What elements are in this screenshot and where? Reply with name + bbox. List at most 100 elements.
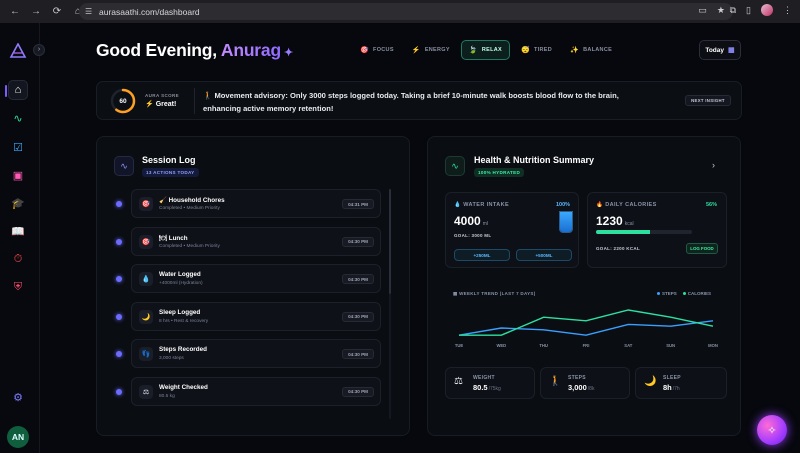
next-insight-button[interactable]: NEXT INSIGHT — [685, 95, 731, 106]
calories-label-text: DAILY CALORIES — [605, 202, 657, 208]
mode-label: FOCUS — [373, 47, 394, 53]
list-item[interactable]: ⚖ Weight Checked 80.5 kg 04:30 PM — [131, 376, 381, 406]
list-item[interactable]: 🎯 🧹 Household Chores Completed • Medium Pr… — [131, 189, 381, 218]
stat-label: STEPS — [568, 375, 586, 381]
address-bar[interactable]: ☰ aurasaathi.com/dashboard ▭ ★ — [79, 3, 733, 20]
aura-score-card: 60 AURA SCORE ⚡ Great! 🚶 Movement advisory… — [96, 81, 742, 120]
stat-target: /8k — [587, 386, 595, 392]
timeline-dot — [116, 276, 122, 282]
focus-icon: 🎯 — [360, 47, 370, 54]
aura-score-ring: 60 — [110, 88, 136, 114]
activity-pulse-icon: ∿ — [114, 156, 134, 176]
profile-avatar[interactable] — [761, 4, 773, 16]
date-filter-button[interactable]: Today ▦ — [699, 40, 741, 60]
nav-security-icon[interactable]: ⛨ — [8, 277, 28, 297]
mode-relax[interactable]: 🍃 RELAX — [460, 40, 511, 60]
nav-tasks-icon[interactable]: ☑ — [8, 137, 28, 157]
chevron-right-icon[interactable]: › — [712, 160, 715, 170]
add-250ml-button[interactable]: +250ML — [454, 249, 510, 261]
water-value: 4000 ml — [454, 214, 488, 228]
nav-activity-icon[interactable]: ∿ — [8, 108, 28, 128]
water-intake-card: 💧 WATER INTAKE 100% 4000 ml GOAL: 3000 ML … — [445, 192, 579, 268]
mode-label: ENERGY — [424, 47, 450, 53]
calories-label: 🔥 DAILY CALORIES — [596, 202, 657, 208]
app-logo[interactable] — [9, 43, 27, 59]
back-icon[interactable]: ← — [9, 6, 21, 18]
settings-gear-icon[interactable]: ⚙ — [8, 387, 28, 407]
log-food-button[interactable]: LOG FOOD — [686, 243, 718, 254]
nav-dashboard-icon[interactable]: ⌂ — [5, 80, 28, 100]
greeting-text: Good Evening, — [96, 40, 221, 60]
stat-value-row: 8h/7h — [663, 383, 680, 392]
timeline-dot — [116, 201, 122, 207]
date-filter-label: Today — [705, 46, 725, 54]
ai-assistant-button[interactable]: ✧ — [757, 415, 787, 445]
list-item[interactable]: 👣 Steps Recorded 3,000 steps 04:30 PM — [131, 339, 381, 368]
advisory-text: Movement advisory: Only 3000 steps logge… — [203, 91, 619, 113]
activity-icon: ⚖ — [139, 384, 153, 399]
mode-balance[interactable]: ✨ BALANCE — [563, 40, 619, 60]
extensions-icon[interactable]: ⧉ — [730, 5, 736, 16]
stat-value-row: 80.5/75kg — [473, 383, 501, 392]
stat-value: 8h — [663, 383, 672, 392]
relax-icon: 🍃 — [468, 47, 478, 54]
activity-title: 🍽 Lunch — [159, 234, 188, 242]
stat-value: 80.5 — [473, 383, 488, 392]
activity-icon: 🎯 — [139, 234, 153, 249]
stat-card-weight: ⚖ WEIGHT 80.5/75kg — [445, 367, 535, 399]
calories-goal: GOAL: 2200 KCAL — [596, 246, 641, 251]
x-tick-label: WED — [496, 343, 507, 348]
x-tick-label: SAT — [624, 343, 633, 348]
activity-subtitle: 3,000 steps — [159, 356, 184, 361]
activity-title: Steps Recorded — [159, 346, 207, 353]
side-panel-icon[interactable]: ▯ — [746, 5, 751, 16]
calories-progress-bar — [596, 230, 692, 234]
url-text: aurasaathi.com/dashboard — [99, 6, 200, 17]
insight-text: 🚶 Movement advisory: Only 3000 steps logg… — [203, 90, 653, 115]
daily-calories-card: 🔥 DAILY CALORIES 56% 1230 kcal GOAL: 2200 … — [587, 192, 727, 268]
session-log-scrollbar[interactable] — [389, 189, 391, 419]
mode-tired[interactable]: 😴 TIRED — [514, 40, 559, 60]
nav-timer-icon[interactable]: ⏱ — [8, 249, 28, 269]
forward-icon[interactable]: → — [30, 6, 42, 18]
walking-icon: 🚶 — [203, 91, 213, 100]
series-line-steps — [458, 320, 714, 336]
list-item[interactable]: 🌙 Sleep Logged 8 hrs • Rest & recovery 04:3… — [131, 301, 381, 331]
sparkle-bot-icon: ✧ — [767, 424, 777, 437]
droplet-icon: 💧 — [454, 202, 462, 208]
tired-icon: 😴 — [521, 47, 531, 54]
sidebar-collapse-button[interactable]: › — [33, 44, 45, 56]
stat-card-sleep: 🌙 SLEEP 8h/7h — [635, 367, 727, 399]
trend-plot — [458, 309, 714, 336]
calories-value: 1230 kcal — [596, 214, 634, 228]
list-item[interactable]: 🎯 🍽 Lunch Completed • Medium Priority 04:30… — [131, 226, 381, 256]
activity-title: Sleep Logged — [159, 308, 201, 316]
water-percent: 100% — [556, 202, 571, 208]
mode-focus[interactable]: 🎯 FOCUS — [353, 40, 401, 60]
activity-time: 04:30 PM — [342, 274, 374, 284]
energy-icon: ⚡ — [411, 47, 421, 54]
health-summary-panel: ∿ Health & Nutrition Summary 100% HYDRAT… — [427, 136, 741, 436]
mode-label: TIRED — [534, 47, 553, 53]
weight-icon: ⚖ — [454, 376, 463, 387]
steps-icon: 🚶 — [549, 376, 562, 387]
nav-journal-icon[interactable]: 📖 — [8, 221, 28, 241]
activity-icon: 💧 — [139, 272, 153, 286]
site-info-icon[interactable]: ☰ — [85, 7, 95, 16]
user-avatar[interactable]: AN — [7, 426, 29, 448]
water-intake-label: 💧 WATER INTAKE — [454, 202, 509, 208]
bookmark-star-icon[interactable]: ★ — [717, 5, 725, 16]
mode-energy[interactable]: ⚡ ENERGY — [405, 40, 457, 60]
add-500ml-button[interactable]: +500ML — [516, 249, 572, 261]
nav-learning-icon[interactable]: 🎓 — [8, 193, 28, 213]
nav-wallet-icon[interactable]: ▣ — [8, 165, 28, 185]
activity-title: Weight Checked — [159, 383, 208, 391]
health-summary-title: Health & Nutrition Summary — [474, 155, 595, 165]
reload-icon[interactable]: ⟳ — [51, 6, 63, 18]
menu-kebab-icon[interactable]: ⋮ — [783, 5, 792, 16]
stat-target: /75kg — [488, 386, 501, 392]
cast-icon[interactable]: ▭ — [698, 5, 707, 16]
list-item[interactable]: 💧 Water Logged +4000ml (Hydration) 04:30 PM — [131, 264, 381, 293]
calories-percent: 56% — [706, 202, 718, 208]
browser-toolbar: ← → ⟳ ⌂ ☰ aurasaathi.com/dashboard ▭ ★ ⧉… — [0, 0, 800, 23]
